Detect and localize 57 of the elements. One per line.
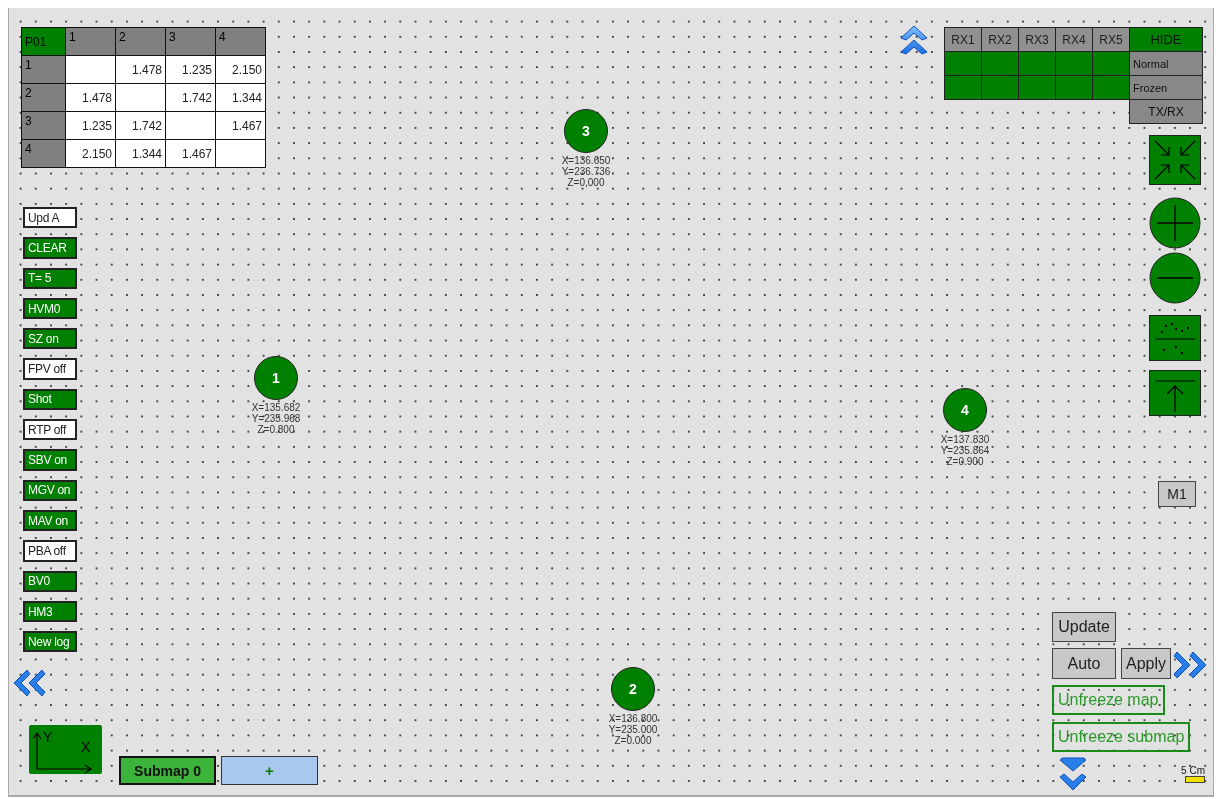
arrow-up-icon[interactable] — [1149, 370, 1201, 416]
unfreeze-map-button[interactable]: Unfreeze map — [1052, 685, 1165, 715]
toggle-button[interactable]: FPV off — [23, 358, 77, 380]
unfreeze-submap-button[interactable]: Unfreeze submap — [1052, 722, 1191, 752]
toggle-button[interactable]: BV0 — [23, 570, 77, 592]
node-circle[interactable]: 3 — [564, 109, 608, 153]
toggle-button[interactable]: SBV on — [23, 449, 77, 471]
table-header-cell: 4 — [215, 27, 266, 56]
table-header-cell: 3 — [165, 27, 216, 56]
coordinates-label: X=136.800 Y=235.000 Z=0.000 — [608, 713, 658, 746]
toggle-button[interactable]: MAV on — [23, 509, 77, 532]
axis-label: X — [81, 739, 91, 755]
zoom-in-icon[interactable] — [1149, 197, 1201, 249]
toggle-button[interactable]: T= 5 — [23, 267, 77, 289]
add-submap-button[interactable]: + — [221, 756, 318, 785]
coordinates-label: X=135.682 Y=235.968 Z=0.800 — [251, 402, 301, 435]
channel-header[interactable]: RX2 — [981, 27, 1019, 52]
table-header-cell: P01 — [21, 27, 66, 56]
table-header-cell: 2 — [115, 27, 166, 56]
toggle-button[interactable]: CLEAR — [23, 237, 77, 259]
toggle-button[interactable]: RTP off — [23, 419, 77, 441]
toggle-button[interactable]: MGV on — [23, 479, 77, 501]
update-button[interactable]: Update — [1052, 612, 1116, 642]
toggle-button[interactable]: Shot — [23, 388, 77, 411]
table-header-cell: 1 — [65, 27, 116, 56]
table-header-cell: 3 — [21, 111, 66, 140]
compress-icon[interactable] — [1149, 135, 1201, 185]
table-header-cell: 2 — [21, 83, 66, 112]
axis-button[interactable]: Y X — [29, 725, 102, 774]
toggle-button[interactable]: SZ on — [23, 328, 77, 350]
toggle-button[interactable]: HM3 — [23, 600, 77, 623]
channel-header[interactable]: RX4 — [1055, 27, 1093, 52]
node-circle[interactable]: 4 — [943, 388, 987, 432]
coordinates-label: X=137.830 Y=235.864 Z=0.900 — [940, 434, 990, 467]
apply-button[interactable]: Apply — [1121, 648, 1171, 679]
submap-tab[interactable]: Submap 0 — [119, 756, 216, 785]
toggle-button[interactable]: New log — [23, 631, 77, 653]
channel-header[interactable]: RX3 — [1018, 27, 1056, 52]
hide-button[interactable]: HIDE — [1129, 27, 1203, 52]
table-header-cell: 4 — [21, 139, 66, 168]
auto-button[interactable]: Auto — [1052, 648, 1116, 679]
m1-button[interactable]: M1 — [1158, 481, 1196, 507]
toggle-button[interactable]: Upd A — [23, 207, 77, 229]
channel-header[interactable]: RX1 — [944, 27, 982, 52]
scale-bar — [1185, 776, 1205, 783]
node-circle[interactable]: 2 — [611, 667, 655, 711]
axis-label: Y — [43, 729, 53, 745]
zoom-out-icon[interactable] — [1149, 252, 1201, 304]
node-circle[interactable]: 1 — [254, 356, 298, 400]
txrx-button[interactable]: TX/RX — [1129, 99, 1203, 124]
channel-header[interactable]: RX5 — [1092, 27, 1130, 52]
table-header-cell: 1 — [21, 55, 66, 84]
toggle-button[interactable]: HVM0 — [23, 297, 77, 320]
toggle-button[interactable]: PBA off — [23, 540, 77, 562]
coordinates-label: X=136.650 Y=236.736 Z=0,000 — [561, 155, 611, 188]
scale-label: 5 Cm — [1181, 765, 1205, 776]
double-chevron-left-icon[interactable] — [11, 668, 47, 698]
